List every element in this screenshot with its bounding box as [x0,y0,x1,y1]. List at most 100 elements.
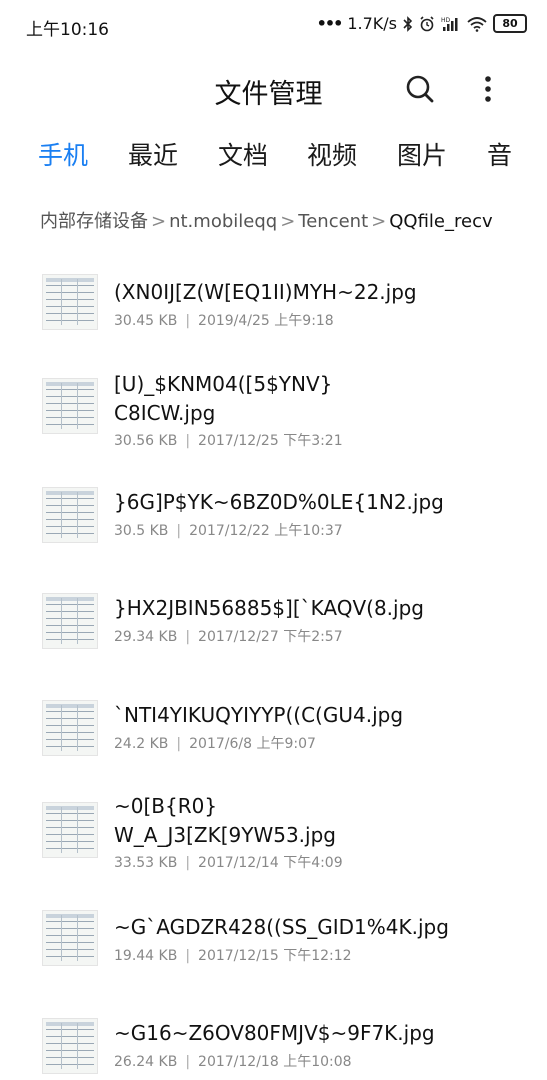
thumbnail-col [61,492,62,538]
thumbnail-col [77,705,78,751]
file-meta: 30.56 KB | 2017/12/25 下午3:21 [114,433,343,449]
thumbnail-row [46,732,94,733]
thumbnail-row [46,935,94,936]
category-tabs: 手机 最近 文档 视频 图片 音 [0,136,547,178]
file-date: 2017/12/14 下午4:09 [198,855,343,871]
network-speed: 1.7K/s [347,14,397,33]
thumbnail-row [46,611,94,612]
file-size: 30.56 KB [114,433,178,449]
file-meta: 26.24 KB | 2017/12/18 上午10:08 [114,1054,352,1070]
file-name: [U)_$KNM04([5$YNV} C8ICW.jpg [114,370,534,428]
alarm-icon [420,15,434,31]
file-thumbnail [42,593,98,649]
file-name: ~0[B{R0} W_A_J3[ZK[9YW53.jpg [114,792,534,850]
thumbnail-row [46,1036,94,1037]
thumbnail-row [46,956,94,957]
file-meta: 30.45 KB | 2019/4/25 上午9:18 [114,313,334,329]
tab-videos[interactable]: 视频 [307,136,357,172]
thumbnail-row [46,396,94,397]
thumbnail-row [46,519,94,520]
thumbnail-row [46,285,94,286]
thumbnail-header [46,704,94,708]
thumbnail-row [46,410,94,411]
thumbnail-row [46,320,94,321]
thumbnail-row [46,533,94,534]
thumbnail-row [46,1043,94,1044]
thumbnail-col [61,705,62,751]
file-name: (XN0IJ[Z(W[EQ1II)MYH~22.jpg [114,280,417,304]
file-date: 2017/12/27 下午2:57 [198,629,343,645]
thumbnail-col [61,915,62,961]
thumbnail-header [46,914,94,918]
thumbnail-row [46,306,94,307]
thumbnail-row [46,313,94,314]
file-size: 24.2 KB [114,736,169,752]
file-name: ~G16~Z6OV80FMJV$~9F7K.jpg [114,1021,435,1045]
thumbnail-row [46,505,94,506]
file-size: 33.53 KB [114,855,178,871]
hd-signal-icon: HD [441,17,458,31]
thumbnail-row [46,1050,94,1051]
thumbnail-row [46,841,94,842]
thumbnail-row [46,827,94,828]
file-size: 26.24 KB [114,1054,178,1070]
thumbnail-col [61,1023,62,1069]
thumbnail-row [46,292,94,293]
breadcrumb-internal-storage[interactable]: 内部存储设备 [40,211,148,232]
chevron-right-icon: > [151,211,167,232]
breadcrumb-tencent[interactable]: Tencent [298,211,368,232]
breadcrumb-mobileqq[interactable]: nt.mobileqq [169,211,277,232]
file-name-line: [U)_$KNM04([5$YNV} [114,372,333,396]
thumbnail-row [46,625,94,626]
file-thumbnail [42,1018,98,1074]
tab-documents[interactable]: 文档 [218,136,268,172]
tab-pictures[interactable]: 图片 [397,136,447,172]
thumbnail-header [46,597,94,601]
file-name: ~G`AGDZR428((SS_GID1%4K.jpg [114,915,449,939]
status-time: 上午10:16 [26,20,109,40]
thumbnail-row [46,498,94,499]
search-icon[interactable] [405,74,435,104]
file-name-line: ~0[B{R0} [114,794,218,818]
bluetooth-icon [403,15,413,32]
tab-phone[interactable]: 手机 [38,136,88,172]
tab-recent[interactable]: 最近 [128,136,178,172]
thumbnail-row [46,848,94,849]
thumbnail-col [61,807,62,853]
thumbnail-row [46,389,94,390]
wifi-icon [467,16,487,32]
file-meta: 24.2 KB | 2017/6/8 上午9:07 [114,736,316,752]
thumbnail-col [77,492,78,538]
file-name: `NTI4YIKUQYIYYP((C(GU4.jpg [114,703,404,727]
thumbnail-row [46,639,94,640]
thumbnail-col [77,598,78,644]
file-size: 29.34 KB [114,629,178,645]
status-icons: ••• 1.7K/s HD 80 [317,14,527,33]
file-size: 30.5 KB [114,523,169,539]
file-name: }HX2JBIN56885$][`KAQV(8.jpg [114,596,424,620]
thumbnail-col [61,383,62,429]
thumbnail-row [46,618,94,619]
file-thumbnail [42,274,98,330]
thumbnail-row [46,834,94,835]
thumbnail-row [46,942,94,943]
file-meta: 29.34 KB | 2017/12/27 下午2:57 [114,629,343,645]
tab-audio[interactable]: 音 [487,136,512,172]
more-vertical-icon[interactable] [474,74,502,104]
thumbnail-row [46,526,94,527]
thumbnail-row [46,820,94,821]
file-date: 2017/6/8 上午9:07 [189,736,316,752]
file-size: 19.44 KB [114,948,178,964]
thumbnail-row [46,921,94,922]
file-thumbnail [42,378,98,434]
dots-icon: ••• [316,14,344,33]
thumbnail-col [77,807,78,853]
breadcrumb-current[interactable]: QQfile_recv [389,211,492,232]
file-meta: 19.44 KB | 2017/12/15 下午12:12 [114,948,352,964]
thumbnail-row [46,746,94,747]
thumbnail-row [46,1029,94,1030]
thumbnail-row [46,725,94,726]
file-name: }6G]P$YK~6BZ0D%0LE{1N2.jpg [114,490,444,514]
file-date: 2017/12/25 下午3:21 [198,433,343,449]
thumbnail-row [46,632,94,633]
